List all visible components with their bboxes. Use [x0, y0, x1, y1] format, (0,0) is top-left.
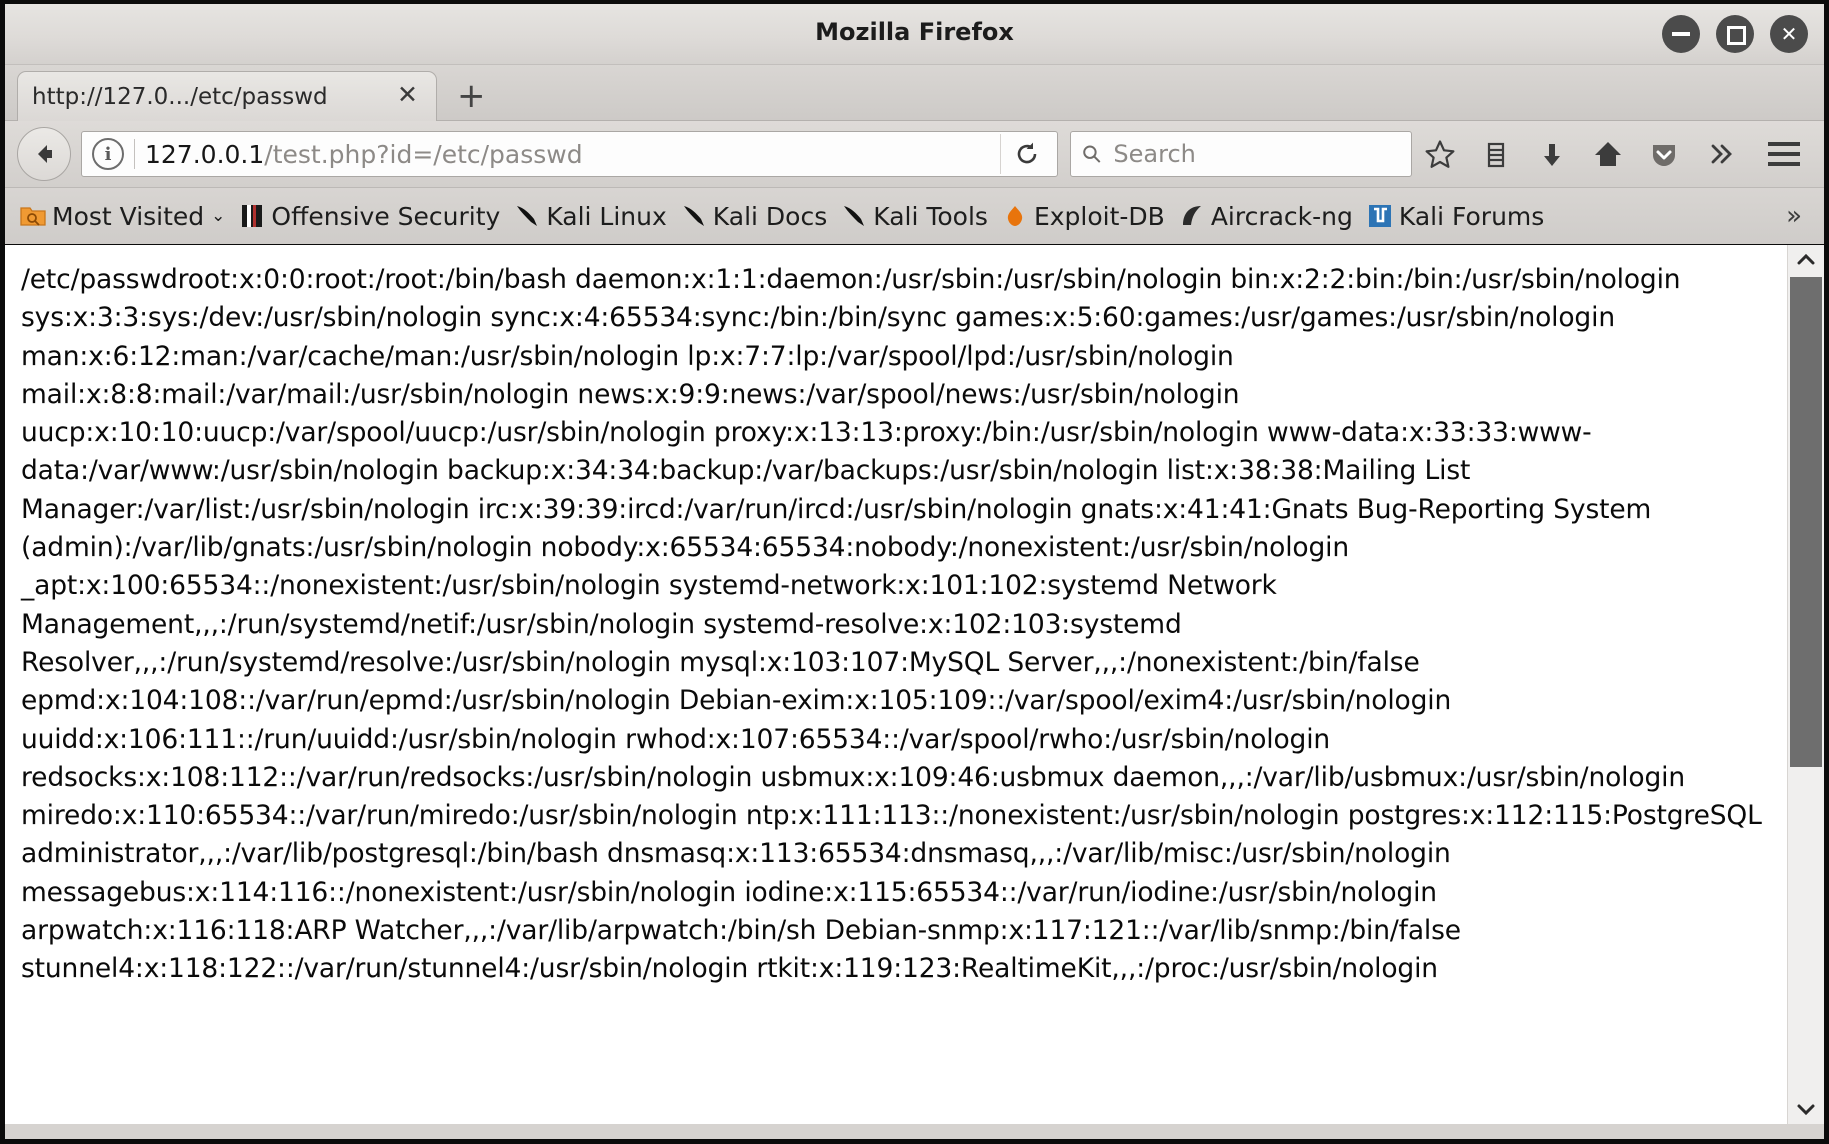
bookmark-kali-tools[interactable]: Kali Tools: [834, 199, 995, 234]
bookmark-kali-linux[interactable]: Kali Linux: [507, 199, 673, 234]
close-button[interactable]: ✕: [1770, 15, 1808, 53]
url-host: 127.0.0.1: [145, 139, 265, 169]
pocket-icon: [1653, 145, 1675, 166]
search-input[interactable]: [1111, 139, 1401, 169]
search-box[interactable]: [1070, 131, 1412, 177]
identity-info-icon[interactable]: i: [92, 138, 124, 170]
app-menu-button[interactable]: [1756, 128, 1812, 180]
bookmark-label: Kali Linux: [546, 201, 667, 231]
url-divider: [134, 139, 135, 169]
firefox-window: Mozilla Firefox ✕ http://127.0.../etc/pa…: [0, 0, 1829, 1144]
minimize-icon: [1672, 32, 1690, 36]
home-icon: [1595, 142, 1621, 166]
url-text: 127.0.0.1/test.php?id=/etc/passwd: [145, 140, 1000, 169]
bookmark-offensive-security[interactable]: Offensive Security: [232, 199, 507, 234]
library-icon: [1487, 142, 1505, 168]
window-title: Mozilla Firefox: [815, 18, 1014, 46]
hamburger-line: [1768, 162, 1800, 166]
window-controls: ✕: [1662, 15, 1808, 53]
scrollbar-thumb[interactable]: [1790, 277, 1822, 767]
bookmark-kali-docs[interactable]: Kali Docs: [674, 199, 834, 234]
offensive-security-icon: [242, 205, 263, 227]
reload-icon: [1017, 142, 1037, 164]
tab-title: http://127.0.../etc/passwd: [32, 83, 328, 110]
bookmark-label: Kali Docs: [712, 201, 828, 231]
bookmark-label: Exploit-DB: [1033, 201, 1165, 231]
most-visited-folder-icon: [20, 207, 46, 226]
bookmark-star-icon: [1425, 140, 1455, 168]
kali-dragon-icon: [844, 206, 865, 226]
back-button[interactable]: [17, 127, 71, 181]
reload-button[interactable]: [1000, 134, 1053, 174]
bookmark-exploit-db[interactable]: Exploit-DB: [995, 199, 1172, 234]
toolbar-overflow-button[interactable]: [1692, 128, 1748, 180]
bookmark-most-visited[interactable]: Most Visited ⌄: [13, 199, 232, 234]
bookmark-label: Kali Forums: [1398, 201, 1545, 231]
aircrack-ng-icon: [1182, 206, 1201, 225]
url-bar[interactable]: i 127.0.0.1/test.php?id=/etc/passwd: [81, 131, 1058, 177]
navigation-toolbar: i 127.0.0.1/test.php?id=/etc/passwd: [5, 121, 1824, 188]
bookmark-aircrack-ng[interactable]: Aircrack-ng: [1172, 199, 1360, 234]
chevron-double-right-icon: [1711, 144, 1732, 164]
search-icon: [1083, 145, 1101, 163]
kali-forums-icon: [1368, 205, 1391, 227]
new-tab-button[interactable]: +: [457, 79, 486, 113]
scrollbar-down-button[interactable]: [1788, 1094, 1824, 1124]
minimize-button[interactable]: [1662, 15, 1700, 53]
bookmark-label: Most Visited: [52, 201, 205, 231]
bookmark-kali-forums[interactable]: Kali Forums: [1360, 199, 1551, 234]
page-viewport: /etc/passwdroot:x:0:0:root:/root:/bin/ba…: [5, 245, 1787, 1124]
vertical-scrollbar[interactable]: [1787, 245, 1824, 1124]
content-area: /etc/passwdroot:x:0:0:root:/root:/bin/ba…: [5, 245, 1824, 1124]
title-bar: Mozilla Firefox ✕: [5, 4, 1824, 65]
tab-strip: http://127.0.../etc/passwd ✕ +: [5, 65, 1824, 121]
maximize-button[interactable]: [1716, 15, 1754, 53]
close-icon: ✕: [1780, 22, 1798, 46]
home-button[interactable]: [1580, 128, 1636, 180]
library-button[interactable]: [1468, 128, 1524, 180]
kali-dragon-icon: [517, 206, 538, 226]
bookmarks-overflow-button[interactable]: »: [1786, 201, 1816, 231]
chevron-down-icon: ⌄: [211, 206, 226, 226]
pocket-button[interactable]: [1636, 128, 1692, 180]
bookmark-label: Kali Tools: [873, 201, 988, 231]
hamburger-line: [1768, 152, 1800, 156]
kali-dragon-icon: [683, 206, 704, 226]
maximize-icon: [1727, 26, 1746, 45]
exploit-db-icon: [1007, 206, 1023, 226]
url-path: /test.php?id=/etc/passwd: [264, 139, 583, 169]
hamburger-line: [1768, 142, 1800, 146]
chevron-down-icon: [1797, 1104, 1815, 1116]
bookmarks-toolbar: Most Visited ⌄ Offensive Security Kali L…: [5, 188, 1824, 245]
download-arrow-icon: [1544, 144, 1560, 166]
bookmark-star-button[interactable]: [1412, 128, 1468, 180]
bookmark-label: Offensive Security: [271, 201, 501, 231]
browser-tab-active[interactable]: http://127.0.../etc/passwd ✕: [17, 71, 437, 121]
passwd-file-text: /etc/passwdroot:x:0:0:root:/root:/bin/ba…: [21, 264, 1762, 985]
chevron-up-icon: [1797, 253, 1815, 265]
back-arrow-icon: [38, 145, 52, 163]
scrollbar-up-button[interactable]: [1788, 245, 1824, 275]
bookmark-label: Aircrack-ng: [1210, 201, 1353, 231]
tab-close-icon[interactable]: ✕: [393, 82, 422, 109]
downloads-button[interactable]: [1524, 128, 1580, 180]
